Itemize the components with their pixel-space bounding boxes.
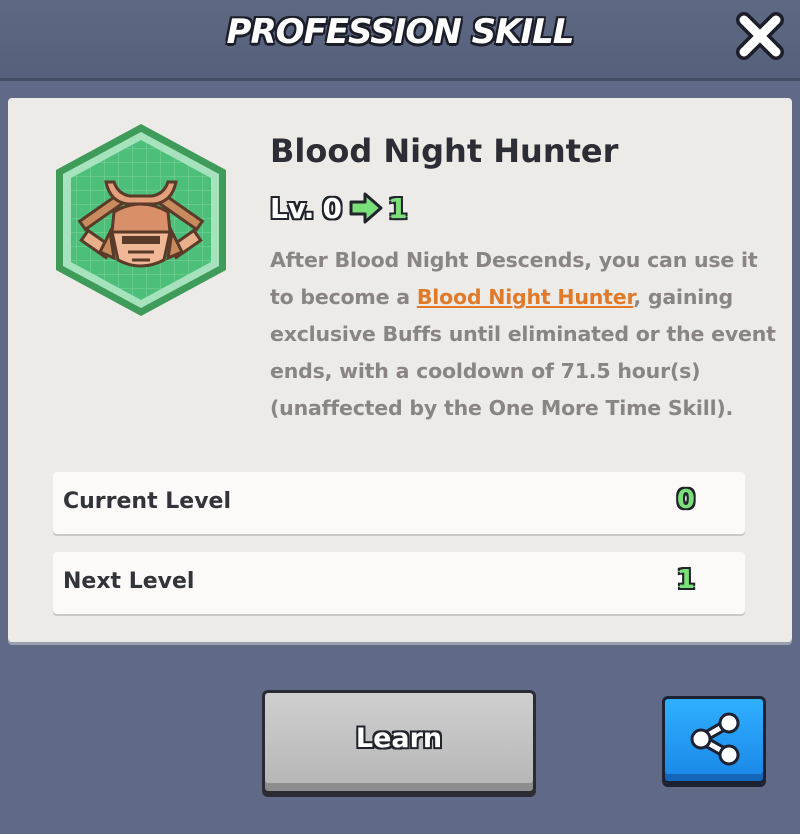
level-indicator: Lv. 0 1 — [270, 188, 407, 228]
row-value: 0 — [676, 485, 695, 515]
next-level-row: Next Level 1 — [53, 552, 745, 614]
row-value: 1 — [676, 565, 695, 595]
skill-name: Blood Night Hunter — [270, 132, 619, 170]
samurai-helmet-icon — [56, 124, 226, 316]
header-bar: PROFESSION SKILL — [0, 0, 800, 81]
learn-button-label: Learn — [355, 723, 443, 754]
skill-panel: Blood Night Hunter Lv. 0 1 After Blood N… — [8, 98, 792, 642]
share-button[interactable] — [662, 696, 766, 784]
close-button[interactable] — [734, 10, 786, 62]
share-icon — [690, 712, 740, 766]
current-level-row: Current Level 0 — [53, 472, 745, 534]
level-prefix: Lv. — [270, 191, 315, 225]
learn-button[interactable]: Learn — [262, 690, 536, 794]
level-next: 1 — [387, 191, 408, 225]
page-title: PROFESSION SKILL — [226, 12, 575, 52]
arrow-right-icon — [349, 192, 383, 224]
skill-description: After Blood Night Descends, you can use … — [270, 242, 780, 427]
level-current: 0 — [322, 191, 342, 225]
row-label: Next Level — [63, 569, 195, 594]
row-label: Current Level — [63, 489, 232, 514]
blood-night-hunter-link[interactable]: Blood Night Hunter — [417, 285, 634, 309]
close-icon — [736, 12, 784, 60]
